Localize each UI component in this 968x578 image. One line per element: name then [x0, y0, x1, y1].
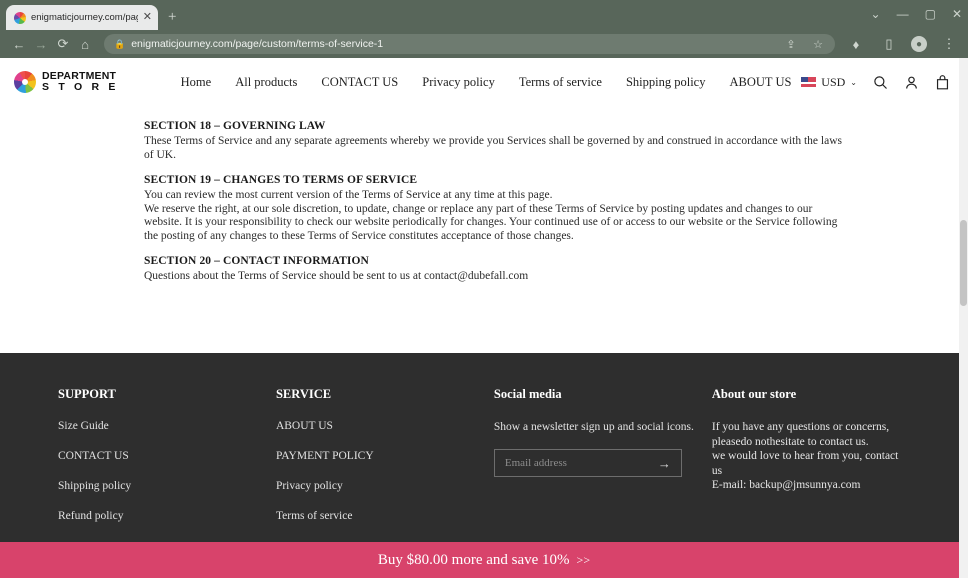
- email-input[interactable]: [504, 457, 658, 469]
- support-heading: SUPPORT: [58, 387, 116, 401]
- profile-avatar-icon[interactable]: ●: [911, 36, 927, 52]
- cart-icon[interactable]: [935, 74, 950, 90]
- nav-item-contact-us[interactable]: CONTACT US: [321, 75, 398, 90]
- footer-link-refund-policy[interactable]: Refund policy: [58, 510, 276, 522]
- about-store-heading: About our store: [711, 387, 797, 401]
- account-icon[interactable]: [904, 75, 919, 90]
- section-18: SECTION 18 – GOVERNING LAW These Terms o…: [144, 120, 844, 162]
- browser-window: enigmaticjourney.com/page/cus ✕ + ⌄ — ▢ …: [0, 0, 968, 578]
- nav-item-all-products[interactable]: All products: [235, 75, 297, 90]
- footer-link-contact-us[interactable]: CONTACT US: [58, 450, 276, 462]
- main-navigation: Home All products CONTACT US Privacy pol…: [181, 75, 792, 90]
- close-window-button[interactable]: ✕: [952, 8, 962, 20]
- footer-column-social: Social media Show a newsletter sign up a…: [493, 387, 712, 540]
- footer-link-payment-policy[interactable]: PAYMENT POLICY: [276, 450, 494, 462]
- nav-item-terms-of-service[interactable]: Terms of service: [519, 75, 602, 90]
- forward-icon[interactable]: →: [30, 33, 52, 55]
- newsletter-submit-button[interactable]: →: [658, 457, 671, 470]
- us-flag-icon: [801, 77, 817, 87]
- extensions-icon[interactable]: ♦: [845, 33, 867, 55]
- footer-column-service: SERVICE ABOUT US PAYMENT POLICY Privacy …: [276, 387, 494, 540]
- social-media-description: Show a newsletter sign up and social ico…: [493, 421, 694, 433]
- bookmark-star-icon[interactable]: ☆: [811, 33, 825, 55]
- toolbar-right-icons: ♦ ▯ ● ⋮: [841, 33, 960, 55]
- tab-title: enigmaticjourney.com/page/cus: [31, 12, 138, 23]
- browser-tab[interactable]: enigmaticjourney.com/page/cus ✕: [6, 5, 158, 30]
- chevron-down-icon: ⌄: [850, 77, 857, 87]
- section-19-body-2: We reserve the right, at our sole discre…: [144, 202, 838, 242]
- page-viewport: DEPARTMENT S T O R E Home All products C…: [0, 58, 968, 578]
- close-tab-icon[interactable]: ✕: [143, 12, 152, 23]
- scrollbar-thumb[interactable]: [960, 220, 967, 306]
- browser-menu-icon[interactable]: ⋮: [938, 33, 960, 55]
- maximize-button[interactable]: ▢: [925, 8, 936, 20]
- footer-link-size-guide[interactable]: Size Guide: [58, 420, 276, 432]
- new-tab-button[interactable]: +: [168, 10, 176, 25]
- pinwheel-logo-icon: [14, 71, 36, 93]
- minimize-button[interactable]: —: [897, 8, 909, 20]
- site-header: DEPARTMENT S T O R E Home All products C…: [0, 58, 968, 106]
- footer-columns: SUPPORT Size Guide CONTACT US Shipping p…: [0, 387, 968, 540]
- section-18-heading: SECTION 18 – GOVERNING LAW: [144, 120, 326, 132]
- back-icon[interactable]: ←: [8, 33, 30, 55]
- currency-code: USD: [821, 74, 846, 89]
- nav-item-about-us[interactable]: ABOUT US: [729, 75, 791, 90]
- section-20: SECTION 20 – CONTACT INFORMATION Questio…: [144, 255, 844, 284]
- footer-link-privacy-policy[interactable]: Privacy policy: [276, 480, 494, 492]
- header-right-controls: USD ⌄: [801, 74, 950, 90]
- footer-link-terms-of-service[interactable]: Terms of service: [276, 510, 494, 522]
- section-19-body: You can review the most current version …: [144, 189, 553, 201]
- lock-icon: 🔒: [114, 38, 126, 49]
- service-heading: SERVICE: [275, 387, 332, 401]
- omnibox-actions: ⇪ ☆: [784, 33, 825, 55]
- currency-selector[interactable]: USD ⌄: [801, 75, 857, 90]
- section-19-heading: SECTION 19 – CHANGES TO TERMS OF SERVICE: [144, 174, 418, 186]
- site-logo[interactable]: DEPARTMENT S T O R E: [14, 71, 119, 93]
- page-content: SECTION 18 – GOVERNING LAW These Terms o…: [0, 106, 968, 284]
- tab-search-icon[interactable]: ⌄: [871, 8, 881, 20]
- newsletter-form: →: [493, 449, 682, 477]
- nav-item-shipping-policy[interactable]: Shipping policy: [626, 75, 706, 90]
- nav-item-privacy-policy[interactable]: Privacy policy: [422, 75, 495, 90]
- home-icon[interactable]: ⌂: [74, 33, 96, 55]
- footer-link-shipping-policy[interactable]: Shipping policy: [58, 480, 276, 492]
- address-bar[interactable]: 🔒 enigmaticjourney.com/page/custom/terms…: [104, 34, 835, 54]
- browser-toolbar: ← → ⟳ ⌂ 🔒 enigmaticjourney.com/page/cust…: [0, 30, 968, 58]
- terms-article: SECTION 18 – GOVERNING LAW These Terms o…: [144, 120, 844, 284]
- pinwheel-favicon-icon: [14, 11, 26, 24]
- footer-column-about: About our store If you have any question…: [712, 387, 910, 540]
- section-20-heading: SECTION 20 – CONTACT INFORMATION: [144, 255, 369, 267]
- reload-icon[interactable]: ⟳: [52, 33, 74, 55]
- logo-text: DEPARTMENT S T O R E: [42, 71, 119, 93]
- section-20-body: Questions about the Terms of Service sho…: [144, 270, 529, 282]
- address-bar-url: enigmaticjourney.com/page/custom/terms-o…: [131, 38, 384, 50]
- about-store-text: If you have any questions or concerns, p…: [711, 421, 899, 491]
- search-icon[interactable]: [873, 75, 888, 90]
- footer-column-support: SUPPORT Size Guide CONTACT US Shipping p…: [58, 387, 276, 540]
- logo-line-2: S T O R E: [42, 81, 119, 93]
- footer-link-about-us[interactable]: ABOUT US: [276, 420, 494, 432]
- share-icon[interactable]: ⇪: [784, 33, 798, 55]
- page-scrollbar[interactable]: [959, 58, 968, 578]
- promo-text: Buy $80.00 more and save 10%: [377, 551, 570, 568]
- social-media-heading: Social media: [493, 387, 562, 401]
- side-panel-icon[interactable]: ▯: [878, 33, 900, 55]
- promo-arrow-icon: >>: [576, 552, 591, 567]
- window-controls: ⌄ — ▢ ✕: [871, 0, 962, 28]
- nav-item-home[interactable]: Home: [181, 75, 212, 90]
- section-19: SECTION 19 – CHANGES TO TERMS OF SERVICE…: [144, 174, 844, 243]
- promo-banner[interactable]: Buy $80.00 more and save 10% >>: [0, 542, 968, 578]
- tab-strip: enigmaticjourney.com/page/cus ✕ + ⌄ — ▢ …: [0, 0, 968, 30]
- section-18-body: These Terms of Service and any separate …: [144, 135, 842, 161]
